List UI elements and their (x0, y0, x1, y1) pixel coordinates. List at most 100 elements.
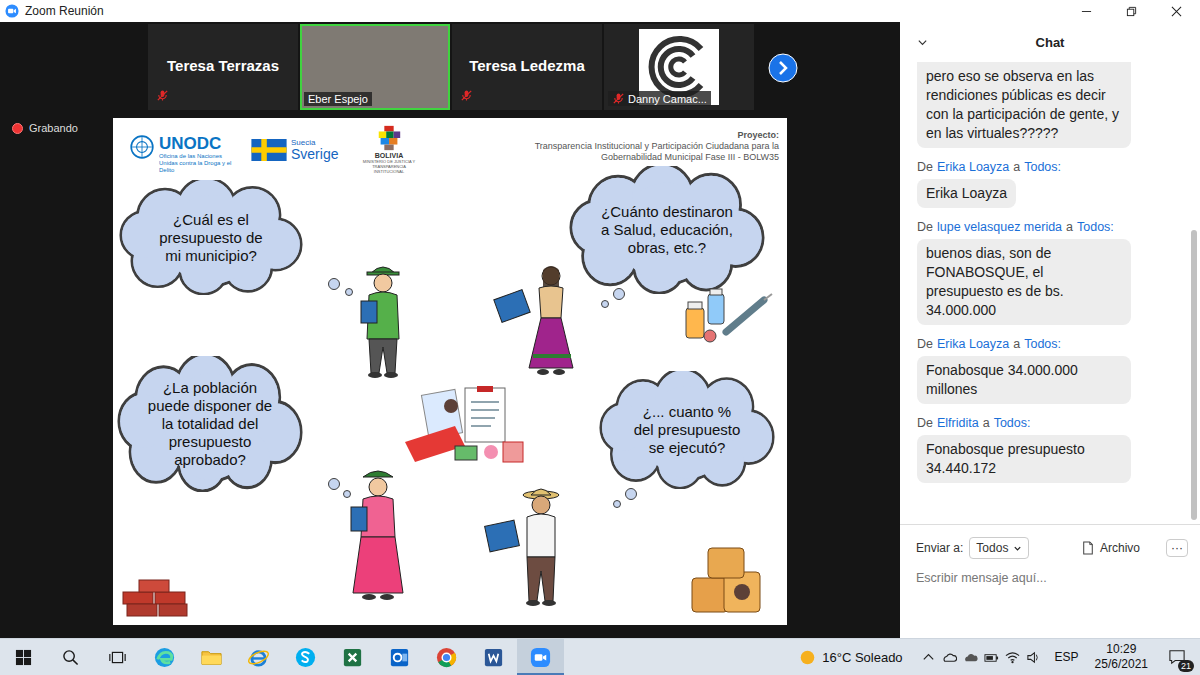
more-button[interactable]: ··· (1166, 539, 1188, 557)
cement-bags-icon (688, 542, 764, 618)
man-with-folder-icon (483, 483, 573, 618)
wifi-icon[interactable] (1005, 650, 1020, 665)
participant-tile[interactable]: Teresa Ledezma (452, 24, 602, 110)
notification-badge: 21 (1178, 660, 1194, 672)
medicine-icon (680, 286, 775, 346)
notification-button[interactable]: 21 (1162, 642, 1192, 672)
woman-with-folder-icon (493, 260, 583, 390)
taskbar-app[interactable] (235, 639, 282, 675)
search-icon (62, 649, 79, 666)
window-title: Zoom Reunión (25, 4, 104, 18)
start-button[interactable] (0, 639, 47, 675)
minimize-icon[interactable] (1081, 6, 1092, 17)
chat-bubble: pero eso se observa en las rendiciones p… (917, 62, 1131, 148)
file-button[interactable]: Archivo (1082, 541, 1140, 555)
unodc-logo: UNODC Oficina de las Naciones Unidas con… (129, 134, 241, 174)
title-bar: Zoom Reunión (0, 0, 1200, 22)
woman-with-book-icon (343, 463, 413, 608)
edge-icon (153, 646, 176, 669)
message-meta: De Elfridita a Todos: (917, 416, 1030, 430)
dropdown-chevron-icon (1013, 544, 1022, 553)
thought-dot (328, 278, 340, 290)
taskbar-app[interactable] (423, 639, 470, 675)
chat-header: Chat (900, 22, 1200, 62)
message-meta: De Erika Loayza a Todos: (917, 160, 1061, 174)
thought-dot (613, 500, 621, 508)
weather-widget[interactable]: 16°C Soleado (799, 649, 902, 666)
chat-panel: Chat pero eso se observa en las rendicio… (900, 22, 1200, 638)
participant-tile[interactable]: Teresa Terrazas (148, 24, 298, 110)
participant-tile[interactable]: Eber Espejo (300, 24, 450, 110)
ie-icon (247, 646, 270, 669)
cloud-icon[interactable] (963, 650, 978, 665)
task-view-icon (109, 649, 126, 666)
task-view-button[interactable] (94, 639, 141, 675)
swedish-flag-icon (251, 139, 287, 161)
chat-bubble: Fonabosque presupuesto 34.440.172 (917, 435, 1131, 483)
excel-icon (341, 646, 364, 669)
file-icon (1082, 541, 1094, 555)
question-bubble: ¿... cuanto % del presupuesto se ejecutó… (599, 371, 775, 489)
muted-mic-icon (460, 89, 473, 102)
close-icon[interactable] (1171, 6, 1182, 17)
budget-documents-icon (395, 386, 535, 471)
taskbar-app[interactable] (517, 639, 564, 675)
chat-bubble: buenos dias, son de FONABOSQUE, el presu… (917, 239, 1131, 325)
question-bubble: ¿Cuánto destinaron a Salud, educación, o… (569, 166, 765, 294)
chat-bubble: Fonabosque 34.000.000 millones (917, 356, 1131, 404)
explorer-icon (200, 646, 223, 669)
chrome-icon (435, 646, 458, 669)
taskbar-app[interactable] (141, 639, 188, 675)
search-button[interactable] (47, 639, 94, 675)
collapse-chevron-icon[interactable] (917, 37, 928, 48)
chat-message: De Erika Loayza a Todos: Fonabosque 34.0… (917, 337, 1131, 404)
restore-icon[interactable] (1126, 6, 1137, 17)
outlook-icon (388, 646, 411, 669)
taskbar: 16°C Soleado ESP 10:29 25/6/2021 21 (0, 638, 1200, 675)
participant-name: Teresa Ledezma (454, 26, 600, 108)
project-caption: Proyecto: Transparencia Institucional y … (535, 130, 779, 163)
language-indicator[interactable]: ESP (1055, 650, 1079, 664)
chat-input[interactable]: Escribir mensaje aquí... (916, 571, 1188, 585)
participant-strip: Teresa Terrazas Eber Espejo Teresa Ledez… (0, 22, 900, 112)
muted-mic-icon (612, 92, 625, 105)
message-meta: De Erika Loayza a Todos: (917, 337, 1061, 351)
un-emblem-icon (129, 134, 155, 160)
muted-mic-icon (156, 89, 169, 102)
taskbar-app[interactable] (329, 639, 376, 675)
question-bubble: ¿Cuál es el presupuesto de mi municipio? (119, 180, 303, 295)
taskbar-app[interactable] (470, 639, 517, 675)
participant-label: Eber Espejo (304, 92, 372, 106)
taskbar-app[interactable] (282, 639, 329, 675)
onedrive-icon[interactable] (942, 650, 957, 665)
chat-scrollbar[interactable] (1190, 62, 1198, 524)
sun-icon (799, 649, 816, 666)
chat-composer: Enviar a: Todos Archivo ··· Escribir men… (900, 524, 1200, 638)
skype-icon (294, 646, 317, 669)
participant-tile[interactable]: Danny Camac... (604, 24, 754, 110)
next-page-button[interactable] (768, 24, 798, 112)
shared-slide: UNODC Oficina de las Naciones Unidas con… (113, 118, 787, 625)
volume-icon[interactable] (1026, 650, 1041, 665)
message-meta: De lupe velasquez merida a Todos: (917, 220, 1114, 234)
screen: Zoom Reunión Teresa Terrazas Eber Espejo… (0, 0, 1200, 675)
question-bubble: ¿La población puede disponer de la total… (117, 356, 303, 492)
thought-dot (601, 300, 609, 308)
man-with-book-icon (353, 261, 413, 386)
chat-message: De Erika Loayza a Todos: Erika Loayza (917, 160, 1061, 208)
show-hidden-icon[interactable] (921, 650, 936, 665)
clock[interactable]: 10:29 25/6/2021 (1095, 642, 1148, 672)
recording-indicator: Grabando (12, 122, 113, 134)
send-to-label: Enviar a: (916, 541, 963, 555)
thought-dot (343, 490, 351, 498)
taskbar-app[interactable] (376, 639, 423, 675)
thought-dot (613, 288, 625, 300)
thought-dot (345, 288, 353, 296)
battery-icon[interactable] (984, 650, 999, 665)
recording-dot-icon (12, 123, 23, 134)
participant-label: Danny Camac... (608, 91, 711, 106)
send-to-dropdown[interactable]: Todos (969, 537, 1029, 559)
bolivia-logo: BOLIVIA MINISTERIO DE JUSTICIA Y TRANSPA… (357, 124, 421, 174)
thought-dot (625, 488, 637, 500)
taskbar-app[interactable] (188, 639, 235, 675)
